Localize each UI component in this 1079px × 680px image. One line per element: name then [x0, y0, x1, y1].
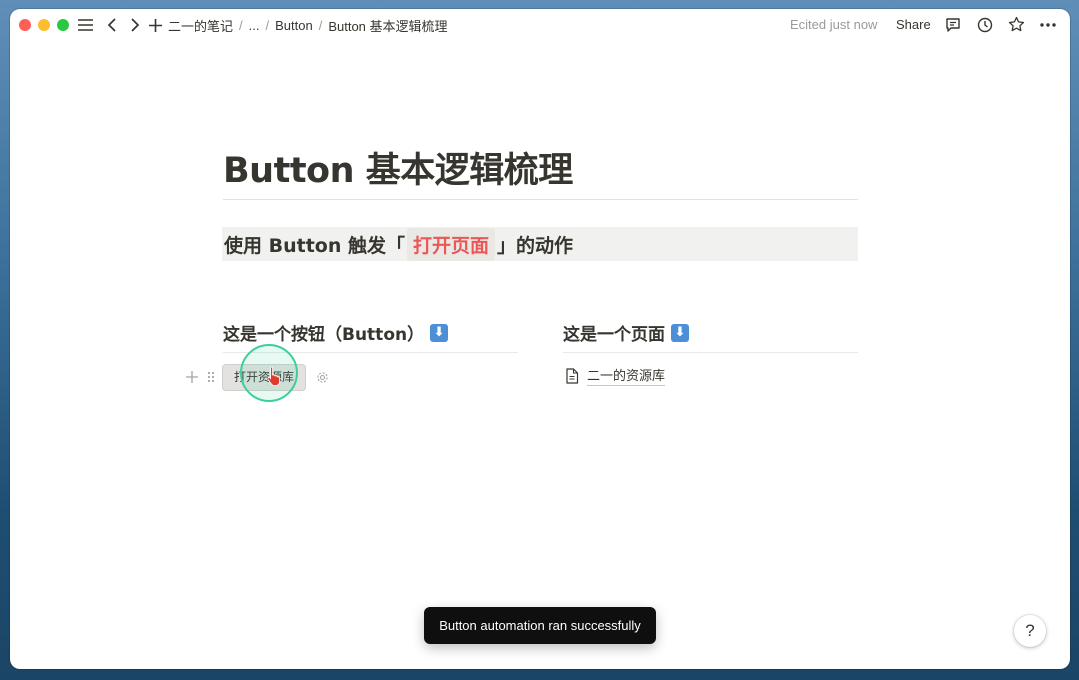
add-block-icon[interactable] [185, 370, 199, 384]
breadcrumb-item-current[interactable]: Button 基本逻辑梳理 [328, 16, 447, 35]
left-column-heading[interactable]: 这是一个按钮（Button） ⬇ [223, 320, 449, 345]
page-title[interactable]: Button 基本逻辑梳理 [223, 142, 573, 193]
help-button[interactable]: ? [1014, 615, 1046, 647]
toast-notification: Button automation ran successfully [424, 607, 656, 644]
share-button[interactable]: Share [896, 9, 931, 41]
top-bar: 二一的笔记 / ... / Button / Button 基本逻辑梳理 Eci… [10, 9, 1070, 41]
drag-handle-icon[interactable] [206, 370, 216, 384]
breadcrumb: 二一的笔记 / ... / Button / Button 基本逻辑梳理 [168, 9, 448, 41]
right-heading-text: 这是一个页面 [563, 325, 665, 345]
left-column-divider [223, 352, 518, 353]
app-window: 二一的笔记 / ... / Button / Button 基本逻辑梳理 Eci… [10, 9, 1070, 669]
down-arrow-icon: ⬇ [430, 323, 449, 342]
callout-suffix: 」的动作 [497, 234, 574, 257]
open-library-button[interactable]: 打开资源库 [222, 364, 307, 391]
breadcrumb-separator: / [265, 17, 270, 33]
callout-highlight: 打开页面 [406, 227, 495, 261]
window-controls [19, 19, 69, 31]
gear-icon[interactable] [315, 370, 329, 384]
right-column-heading[interactable]: 这是一个页面 ⬇ [563, 320, 689, 345]
callout-heading[interactable]: 使用 Button 触发「 打开页面 」的动作 [222, 227, 858, 261]
star-icon[interactable] [1007, 15, 1025, 33]
callout-prefix: 使用 Button 触发「 [224, 234, 405, 257]
left-heading-text: 这是一个按钮（Button） [223, 325, 425, 345]
breadcrumb-separator: / [318, 17, 323, 33]
breadcrumb-item-ellipsis[interactable]: ... [249, 18, 260, 33]
close-window-button[interactable] [19, 19, 31, 31]
right-column-divider [563, 352, 858, 353]
breadcrumb-item-notes[interactable]: 二一的笔记 [168, 16, 233, 35]
back-icon[interactable] [104, 17, 120, 33]
new-page-icon[interactable] [147, 17, 163, 33]
edited-status: Ecited just now [790, 17, 878, 32]
clock-icon[interactable] [976, 16, 994, 34]
forward-icon[interactable] [127, 17, 143, 33]
breadcrumb-separator: / [239, 17, 243, 33]
minimize-window-button[interactable] [38, 19, 50, 31]
page-icon [566, 367, 579, 384]
more-icon[interactable] [1038, 16, 1058, 34]
zoom-window-button[interactable] [57, 19, 69, 31]
down-arrow-icon: ⬇ [671, 323, 689, 342]
comment-icon[interactable] [944, 16, 962, 34]
page-link-label: 二一的资源库 [587, 365, 666, 386]
breadcrumb-item-button[interactable]: Button [275, 18, 313, 33]
title-divider [223, 199, 858, 200]
page-link-resource-library[interactable]: 二一的资源库 [565, 365, 666, 386]
menu-icon[interactable] [76, 17, 94, 33]
cursor-icon [266, 366, 282, 386]
